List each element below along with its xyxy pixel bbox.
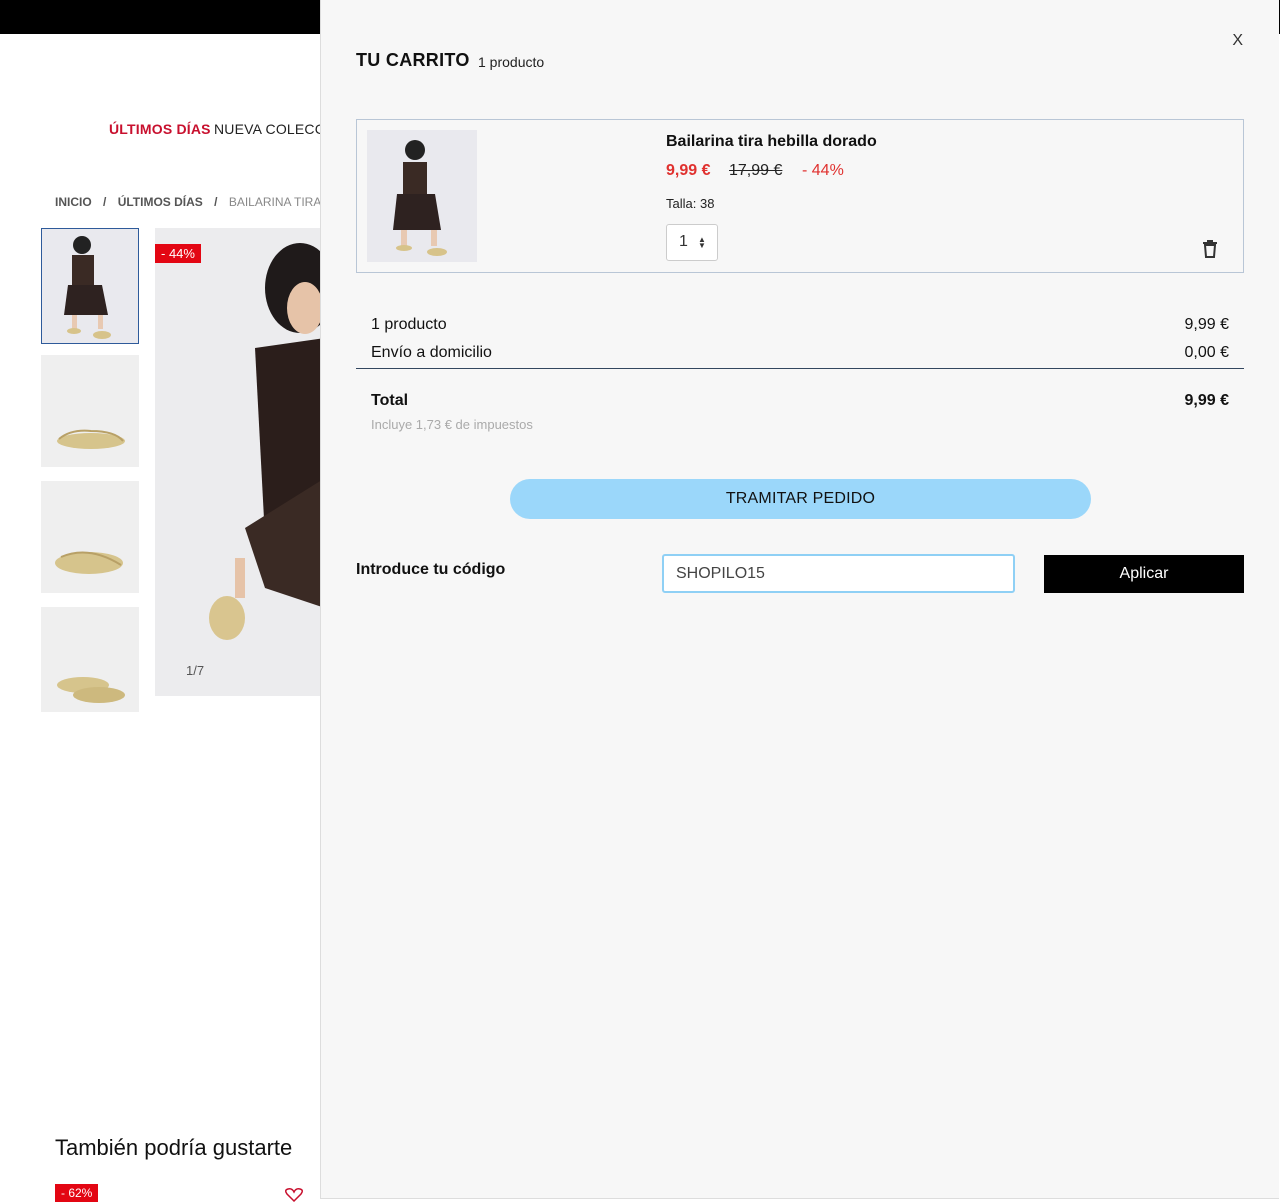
summary-products-value: 9,99 €	[1184, 316, 1229, 333]
shoe-photo	[57, 677, 125, 703]
gallery-thumbnail[interactable]	[41, 228, 139, 344]
recommendation-discount-badge: - 62%	[55, 1184, 99, 1202]
recommendations-title: También podría gustarte	[55, 1135, 293, 1160]
promo-code-label: Introduce tu código	[356, 561, 506, 578]
summary-shipping-row: Envío a domicilio 0,00 €	[371, 344, 1229, 362]
summary-products-row: 1 producto 9,99 €	[371, 316, 1229, 334]
breadcrumb-category[interactable]: ÚLTIMOS DÍAS	[118, 195, 203, 209]
product-main-image[interactable]	[155, 228, 325, 696]
breadcrumb-current: BAILARINA TIRA H	[228, 195, 333, 209]
model-photo	[367, 130, 477, 262]
checkout-button[interactable]: TRAMITAR PEDIDO	[510, 479, 1091, 519]
nav-last-days[interactable]: ÚLTIMOS DÍAS	[109, 121, 211, 137]
breadcrumb-separator: /	[214, 195, 218, 209]
summary-shipping-label: Envío a domicilio	[371, 344, 492, 361]
tax-note: Incluye 1,73 € de impuestos	[371, 417, 533, 432]
cart-item-discount: - 44%	[802, 162, 844, 179]
gallery-thumbnail[interactable]	[41, 607, 139, 712]
cart-drawer: X TU CARRITO 1 producto Bailarina tira h…	[320, 0, 1279, 1199]
nav-new-collection[interactable]: NUEVA COLECC	[214, 121, 325, 137]
cart-item-name[interactable]: Bailarina tira hebilla dorado	[666, 133, 877, 151]
cart-item-old-price: 17,99 €	[729, 162, 783, 179]
shoe-photo	[55, 551, 123, 574]
trash-icon[interactable]	[1203, 240, 1217, 258]
quantity-select[interactable]: 1 ▲ ▼	[666, 224, 718, 261]
cart-title: TU CARRITO	[356, 50, 470, 70]
cart-item: Bailarina tira hebilla dorado 9,99 € 17,…	[356, 119, 1244, 273]
summary-divider	[356, 368, 1244, 369]
gallery-thumbnail[interactable]	[41, 481, 139, 593]
summary-shipping-value: 0,00 €	[1184, 344, 1229, 361]
shoe-photo	[57, 429, 125, 449]
gallery-counter: 1/7	[186, 663, 205, 678]
cart-item-price: 9,99 €	[666, 162, 711, 179]
product-photo	[64, 236, 111, 339]
apply-button[interactable]: Aplicar	[1044, 555, 1244, 593]
breadcrumb-separator: /	[103, 195, 107, 209]
cart-item-size: Talla: 38	[666, 196, 715, 211]
summary-total-label: Total	[371, 392, 409, 409]
quantity-value: 1	[679, 233, 688, 250]
discount-badge: - 44%	[155, 244, 201, 263]
gallery-thumbnail[interactable]	[41, 355, 139, 467]
close-button[interactable]: X	[1232, 32, 1243, 50]
breadcrumb-home[interactable]: INICIO	[55, 195, 92, 209]
promo-code-input[interactable]	[662, 554, 1015, 593]
breadcrumb: INICIO / ÚLTIMOS DÍAS / BAILARINA TIRA H	[55, 195, 341, 209]
summary-total-row: Total 9,99 €	[371, 392, 1229, 410]
model-photo	[155, 228, 325, 696]
summary-total-value: 9,99 €	[1184, 392, 1229, 409]
summary-products-label: 1 producto	[371, 316, 447, 333]
select-arrows-icon: ▲ ▼	[698, 235, 706, 250]
cart-item-image[interactable]	[367, 130, 477, 262]
cart-item-count: 1 producto	[478, 54, 545, 70]
